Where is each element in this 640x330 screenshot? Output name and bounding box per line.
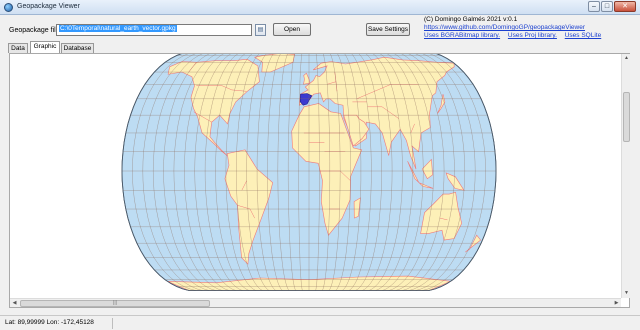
vertical-scroll-thumb[interactable]: [623, 92, 630, 142]
folder-open-icon[interactable]: ▤: [255, 24, 266, 36]
tab-graphic[interactable]: Graphic: [30, 41, 60, 53]
tab-database[interactable]: Database: [61, 43, 94, 53]
scroll-right-icon[interactable]: ▶: [612, 299, 621, 308]
minimize-button[interactable]: –: [588, 1, 600, 12]
sqlite-link[interactable]: Uses SQLite: [565, 32, 602, 39]
horizontal-scrollbar[interactable]: ◀ ||| ▶: [10, 298, 621, 307]
scroll-left-icon[interactable]: ◀: [10, 299, 19, 308]
status-bar: Lat: 89,99999 Lon: -172,45128: [0, 315, 640, 330]
close-button[interactable]: ✕: [614, 1, 636, 12]
copyright-text: (C) Domingo Galmés 2021 v:0.1: [424, 16, 518, 23]
scroll-up-icon[interactable]: ▲: [622, 54, 631, 63]
scroll-down-icon[interactable]: ▼: [622, 289, 631, 298]
about-info: (C) Domingo Galmés 2021 v:0.1 https://ww…: [424, 16, 607, 40]
title-bar: Geopackage Viewer – □ ✕: [0, 0, 640, 15]
bgrabitmap-link[interactable]: Uses BGRABitmap library.: [424, 32, 500, 39]
window-title: Geopackage Viewer: [17, 3, 80, 10]
proj-link[interactable]: Uses Proj library.: [508, 32, 557, 39]
horizontal-scroll-thumb[interactable]: |||: [20, 300, 210, 307]
vertical-scrollbar[interactable]: ▲ ▼: [621, 54, 630, 298]
maximize-button[interactable]: □: [601, 1, 613, 12]
app-globe-icon: [4, 3, 13, 12]
status-divider: [112, 318, 113, 329]
tab-data[interactable]: Data: [8, 43, 28, 53]
main-client-area: Geopackage file C:\0Temporal\natural_ear…: [0, 15, 640, 315]
repo-link[interactable]: https://www.github.com/DomingoGP/geopack…: [424, 24, 585, 31]
save-settings-button[interactable]: Save Settings: [366, 23, 410, 36]
open-button[interactable]: Open: [273, 23, 311, 36]
file-path-selection: C:\0Temporal\natural_earth_vector.gpkg: [59, 25, 177, 32]
graphic-panel: ▲ ▼ ◀ ||| ▶: [9, 53, 630, 308]
world-map-canvas[interactable]: [10, 54, 621, 298]
coordinates-readout: Lat: 89,99999 Lon: -172,45128: [5, 319, 94, 326]
geopackage-file-input[interactable]: C:\0Temporal\natural_earth_vector.gpkg: [56, 24, 252, 36]
geopackage-file-label: Geopackage file: [9, 27, 60, 34]
